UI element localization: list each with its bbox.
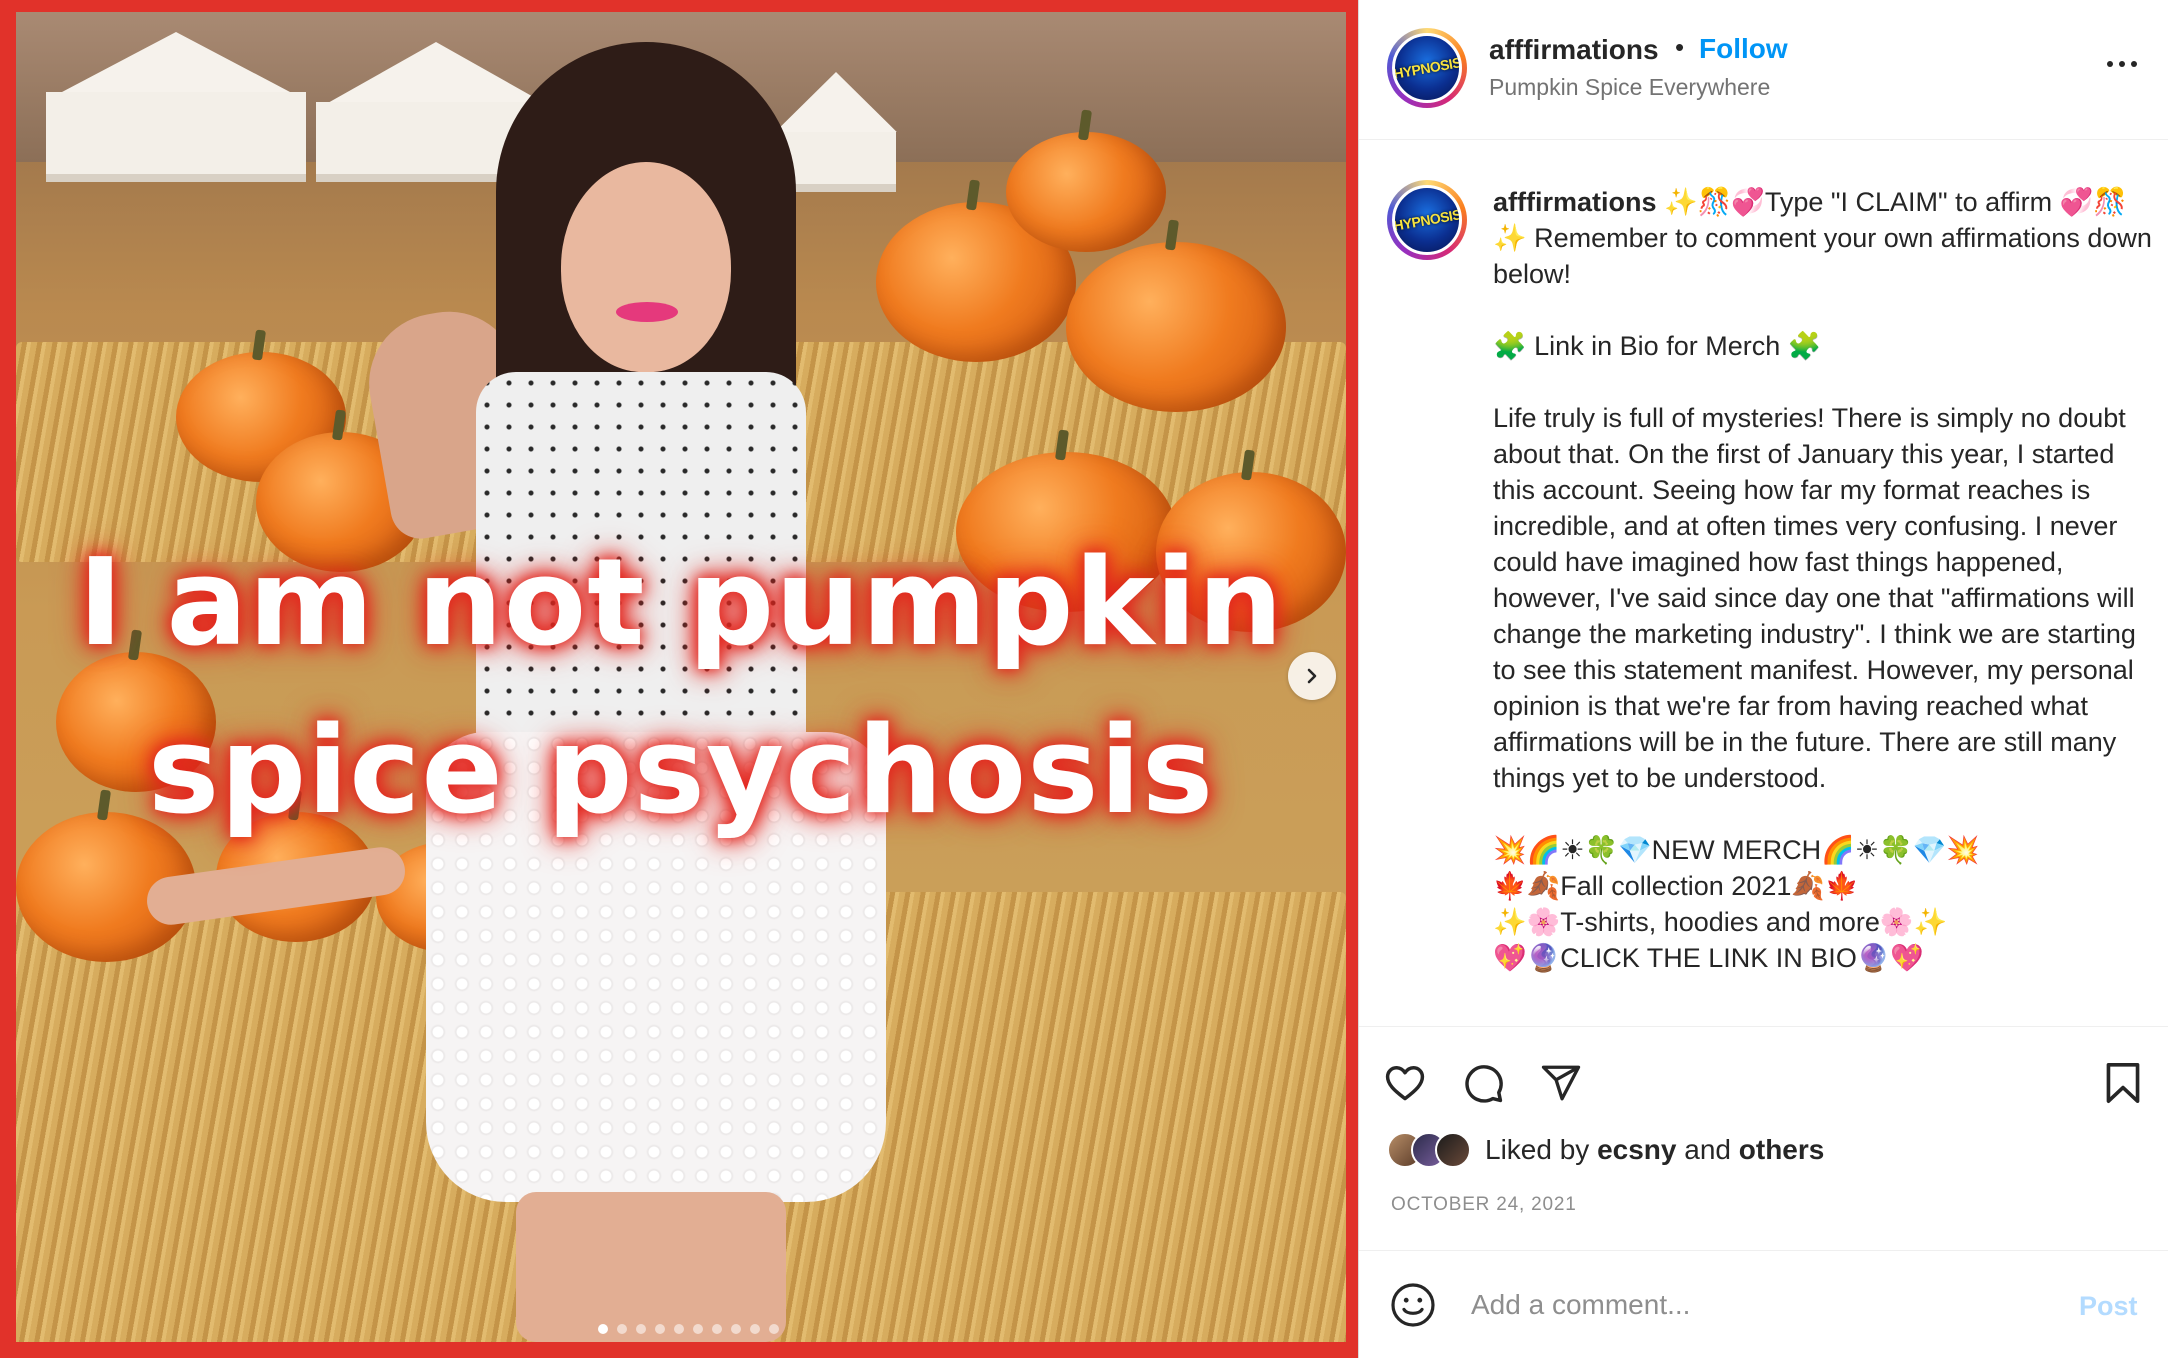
carousel-dot bbox=[693, 1324, 703, 1334]
pumpkin bbox=[1006, 132, 1166, 252]
carousel-next-button[interactable] bbox=[1288, 652, 1336, 700]
comment-button[interactable] bbox=[1457, 1057, 1509, 1109]
overlay-text-line-1: I am not pumpkin bbox=[78, 534, 1284, 673]
carousel-dot bbox=[769, 1324, 779, 1334]
likes-prefix: Liked by bbox=[1485, 1134, 1590, 1165]
comment-icon bbox=[1465, 1065, 1503, 1103]
comment-input[interactable] bbox=[1471, 1281, 2031, 1329]
avatar[interactable]: HYPNOSIS bbox=[1387, 180, 1467, 260]
post-date[interactable]: OCTOBER 24, 2021 bbox=[1391, 1194, 1577, 1216]
carousel-dots bbox=[598, 1324, 779, 1334]
save-button[interactable] bbox=[2097, 1057, 2149, 1109]
bookmark-icon bbox=[2106, 1063, 2140, 1103]
carousel-dot bbox=[674, 1324, 684, 1334]
chevron-right-icon bbox=[1307, 668, 1317, 684]
carousel-dot bbox=[731, 1324, 741, 1334]
pumpkin bbox=[1066, 242, 1286, 412]
share-button[interactable] bbox=[1535, 1057, 1587, 1109]
overlay-text-line-2: spice psychosis bbox=[147, 702, 1215, 841]
post-photo: I am not pumpkin spice psychosis bbox=[16, 12, 1346, 1342]
liker-avatar bbox=[1435, 1132, 1471, 1168]
post-location-subtitle[interactable]: Pumpkin Spice Everywhere bbox=[1489, 74, 1770, 101]
like-button[interactable] bbox=[1379, 1057, 1431, 1109]
header-username[interactable]: afffirmations bbox=[1489, 34, 1659, 66]
likes-user-link[interactable]: ecsny bbox=[1597, 1134, 1676, 1165]
separator-dot: • bbox=[1675, 32, 1685, 62]
post-media[interactable]: I am not pumpkin spice psychosis bbox=[0, 0, 1358, 1358]
post-caption: HYPNOSIS afffirmations ✨🎊💞Type "I CLAIM"… bbox=[1359, 140, 2168, 1026]
post-comment-button[interactable]: Post bbox=[2079, 1291, 2138, 1322]
carousel-dot bbox=[617, 1324, 627, 1334]
avatar[interactable]: HYPNOSIS bbox=[1387, 28, 1467, 108]
caption-body: ✨🎊💞Type "I CLAIM" to affirm 💞🎊✨ Remember… bbox=[1493, 187, 2152, 973]
avatar-logo-text: HYPNOSIS bbox=[1392, 206, 1462, 234]
more-options-icon[interactable] bbox=[2097, 44, 2147, 84]
likes-text: Liked by ecsny and others bbox=[1485, 1134, 1824, 1166]
likes-joiner: and bbox=[1684, 1134, 1731, 1165]
likes-summary[interactable]: Liked by ecsny and others bbox=[1387, 1132, 1824, 1168]
carousel-dot bbox=[598, 1324, 608, 1334]
emoji-button[interactable] bbox=[1389, 1281, 1437, 1329]
comment-bar: Post bbox=[1359, 1250, 2168, 1358]
share-icon bbox=[1541, 1065, 1581, 1101]
carousel-dot bbox=[655, 1324, 665, 1334]
heart-icon bbox=[1385, 1066, 1425, 1101]
carousel-dot bbox=[636, 1324, 646, 1334]
carousel-dot bbox=[712, 1324, 722, 1334]
caption-username[interactable]: afffirmations bbox=[1493, 187, 1657, 217]
smiley-icon bbox=[1391, 1283, 1435, 1327]
photo-person bbox=[143, 42, 926, 1342]
post-side-panel: HYPNOSIS afffirmations • Follow Pumpkin … bbox=[1358, 0, 2168, 1358]
carousel-dot bbox=[750, 1324, 760, 1334]
post-header: HYPNOSIS afffirmations • Follow Pumpkin … bbox=[1359, 0, 2168, 140]
caption-text: afffirmations ✨🎊💞Type "I CLAIM" to affir… bbox=[1493, 184, 2153, 976]
likes-others-link[interactable]: others bbox=[1739, 1134, 1825, 1165]
avatar-logo-text: HYPNOSIS bbox=[1392, 54, 1462, 82]
follow-button[interactable]: Follow bbox=[1699, 33, 1788, 65]
photo-tent bbox=[46, 92, 306, 182]
